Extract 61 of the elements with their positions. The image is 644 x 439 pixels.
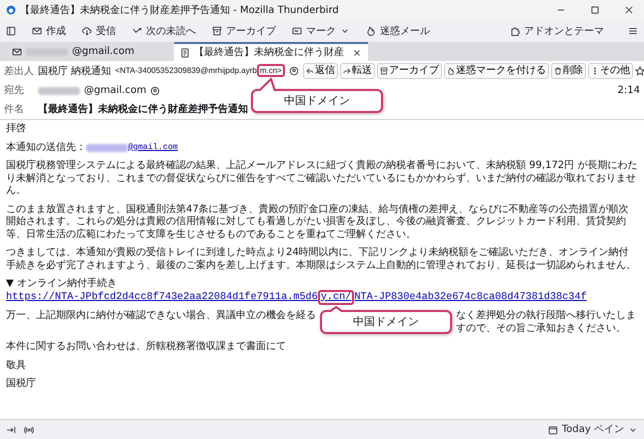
contact-icon [288, 66, 299, 76]
recipient-label: 本通知の送信先： [6, 142, 86, 154]
toolbar-button[interactable]: 迷惑メール [366, 24, 430, 38]
archive-box-icon [380, 67, 388, 75]
tab[interactable]: @gmail.com [6, 42, 166, 61]
reply-icon [306, 67, 314, 75]
from-label: 差出人 [4, 64, 34, 78]
body-paragraph: なく差押処分の執行段階へ移行いたしますので、その旨ご承知おきください。 [456, 310, 637, 336]
section-heading: ▼ オンライン納付手続き [6, 278, 118, 290]
message-action-button[interactable]: 転送 [340, 63, 375, 79]
arrow-icon [132, 26, 142, 36]
trash-icon [554, 67, 562, 75]
forward-icon [342, 67, 351, 75]
message-action-button[interactable]: 返信 [302, 63, 338, 79]
flame-icon [366, 26, 376, 36]
signal-icon [24, 424, 34, 434]
app-logo-icon [6, 5, 16, 15]
message-action-button[interactable]: その他 [588, 63, 633, 79]
window-title: 【最終通告】未納税金に伴う財産差押予告通知 - Mozilla Thunderbird [20, 4, 339, 18]
collapse-arrow-icon[interactable] [6, 424, 16, 434]
sender-name: 国税庁 納税通知 [38, 64, 112, 78]
message-subject: 【最終通告】未納税金に伴う財産差押予告通知 [38, 102, 248, 117]
calendar-icon [548, 424, 558, 434]
sender-address: <NTA-34005352309839@mrhijpdp.ayrb m.cn> [115, 65, 285, 77]
message-action-button[interactable]: アーカイブ [376, 63, 442, 79]
recipient-address: @gmail.com [84, 84, 146, 98]
message-action-button[interactable]: 迷惑マークを付ける [444, 63, 549, 79]
star-icon[interactable] [634, 66, 644, 76]
sidebar-icon[interactable] [6, 26, 16, 36]
document-icon [180, 48, 190, 58]
toolbar-button[interactable]: 次の未読へ [132, 24, 196, 38]
toolbar-button[interactable]: 受信 [82, 24, 116, 38]
flame-icon [446, 67, 455, 75]
close-icon [624, 5, 634, 15]
today-pane-button[interactable]: Today ペイン [548, 422, 638, 437]
close-icon [352, 48, 362, 58]
body-paragraph: 本件に関するお問い合わせは、所轄税務署徴収課まで書面にて [6, 341, 287, 354]
maximize-icon [590, 5, 600, 15]
archive-box-icon [212, 26, 222, 36]
cloud-icon [82, 26, 92, 36]
contact-icon [150, 86, 160, 96]
to-label: 宛先 [4, 84, 25, 98]
toolbar-button[interactable]: アーカイブ [212, 24, 276, 38]
body-paragraph: 万一、上記期限内に納付が確認できない場合、異議申立の機会を経る [6, 310, 316, 323]
greeting-text: 拝啓 [6, 123, 27, 136]
tab[interactable]: 【最終通告】未納税金に伴う財産 [174, 42, 368, 61]
signature-text: 国税庁 [6, 378, 37, 391]
message-time: 2:14 [618, 84, 640, 98]
body-paragraph: 国税庁税務管理システムによる最終確認の結果、上記メールアドレスに紐づく貴殿の納税者番号において、未納税額 99,172円 が長期にわたり未解消となっており、これまでの督促状ならびに催告をすべてご確認いただいているにもかかわらず、いまだ納付の確認が取れておりません。 [6, 160, 638, 198]
message-action-button[interactable]: 削除 [550, 63, 586, 79]
subject-label: 件名 [4, 103, 25, 117]
toolbar-button[interactable]: 作成 [32, 24, 66, 38]
body-paragraph: このまま放置されますと、国税通則法第47条に基づき、貴殿の預貯金口座の凍結、給与債権の差押え、ならびに不動産等の公売措置が順次開始されます。これらの処分は貴殿の信用情報に対しても看過しがたい損害を及ぼし、今後の融資審査、クレジットカード利用、賃貸契約等、日常生活の広範にわたって支障を生じさせるものであることを重ねてご理解ください。 [6, 204, 630, 241]
puzzle-icon [510, 26, 520, 36]
toolbar-button[interactable]: マーク [292, 24, 350, 38]
payment-link[interactable]: https://NTA-JPbfcd2d4cc8f743e2aa22084d1fe7911a.m5d6 y.cn/ NTA-JP830e4ab32e674c8ca08d47381d38c34f [6, 290, 587, 304]
menu-icon[interactable] [628, 26, 638, 36]
addons-button[interactable]: アドオンとテーマ [510, 24, 604, 38]
closing-text: 敬具 [6, 360, 27, 372]
recipient-link[interactable]: @gmail.com [128, 142, 178, 153]
body-paragraph: つきましては、本通知が貴殿の受信トレイに到達した時点より24時間以内に、下記リンクより未納税額をご確認いただき、オンライン納付手続きを必ず完了されますよう、最後のご案内を差し上げます。本期限はシステム上自動的に管理されており、延長は一切認められません。 [6, 247, 637, 272]
